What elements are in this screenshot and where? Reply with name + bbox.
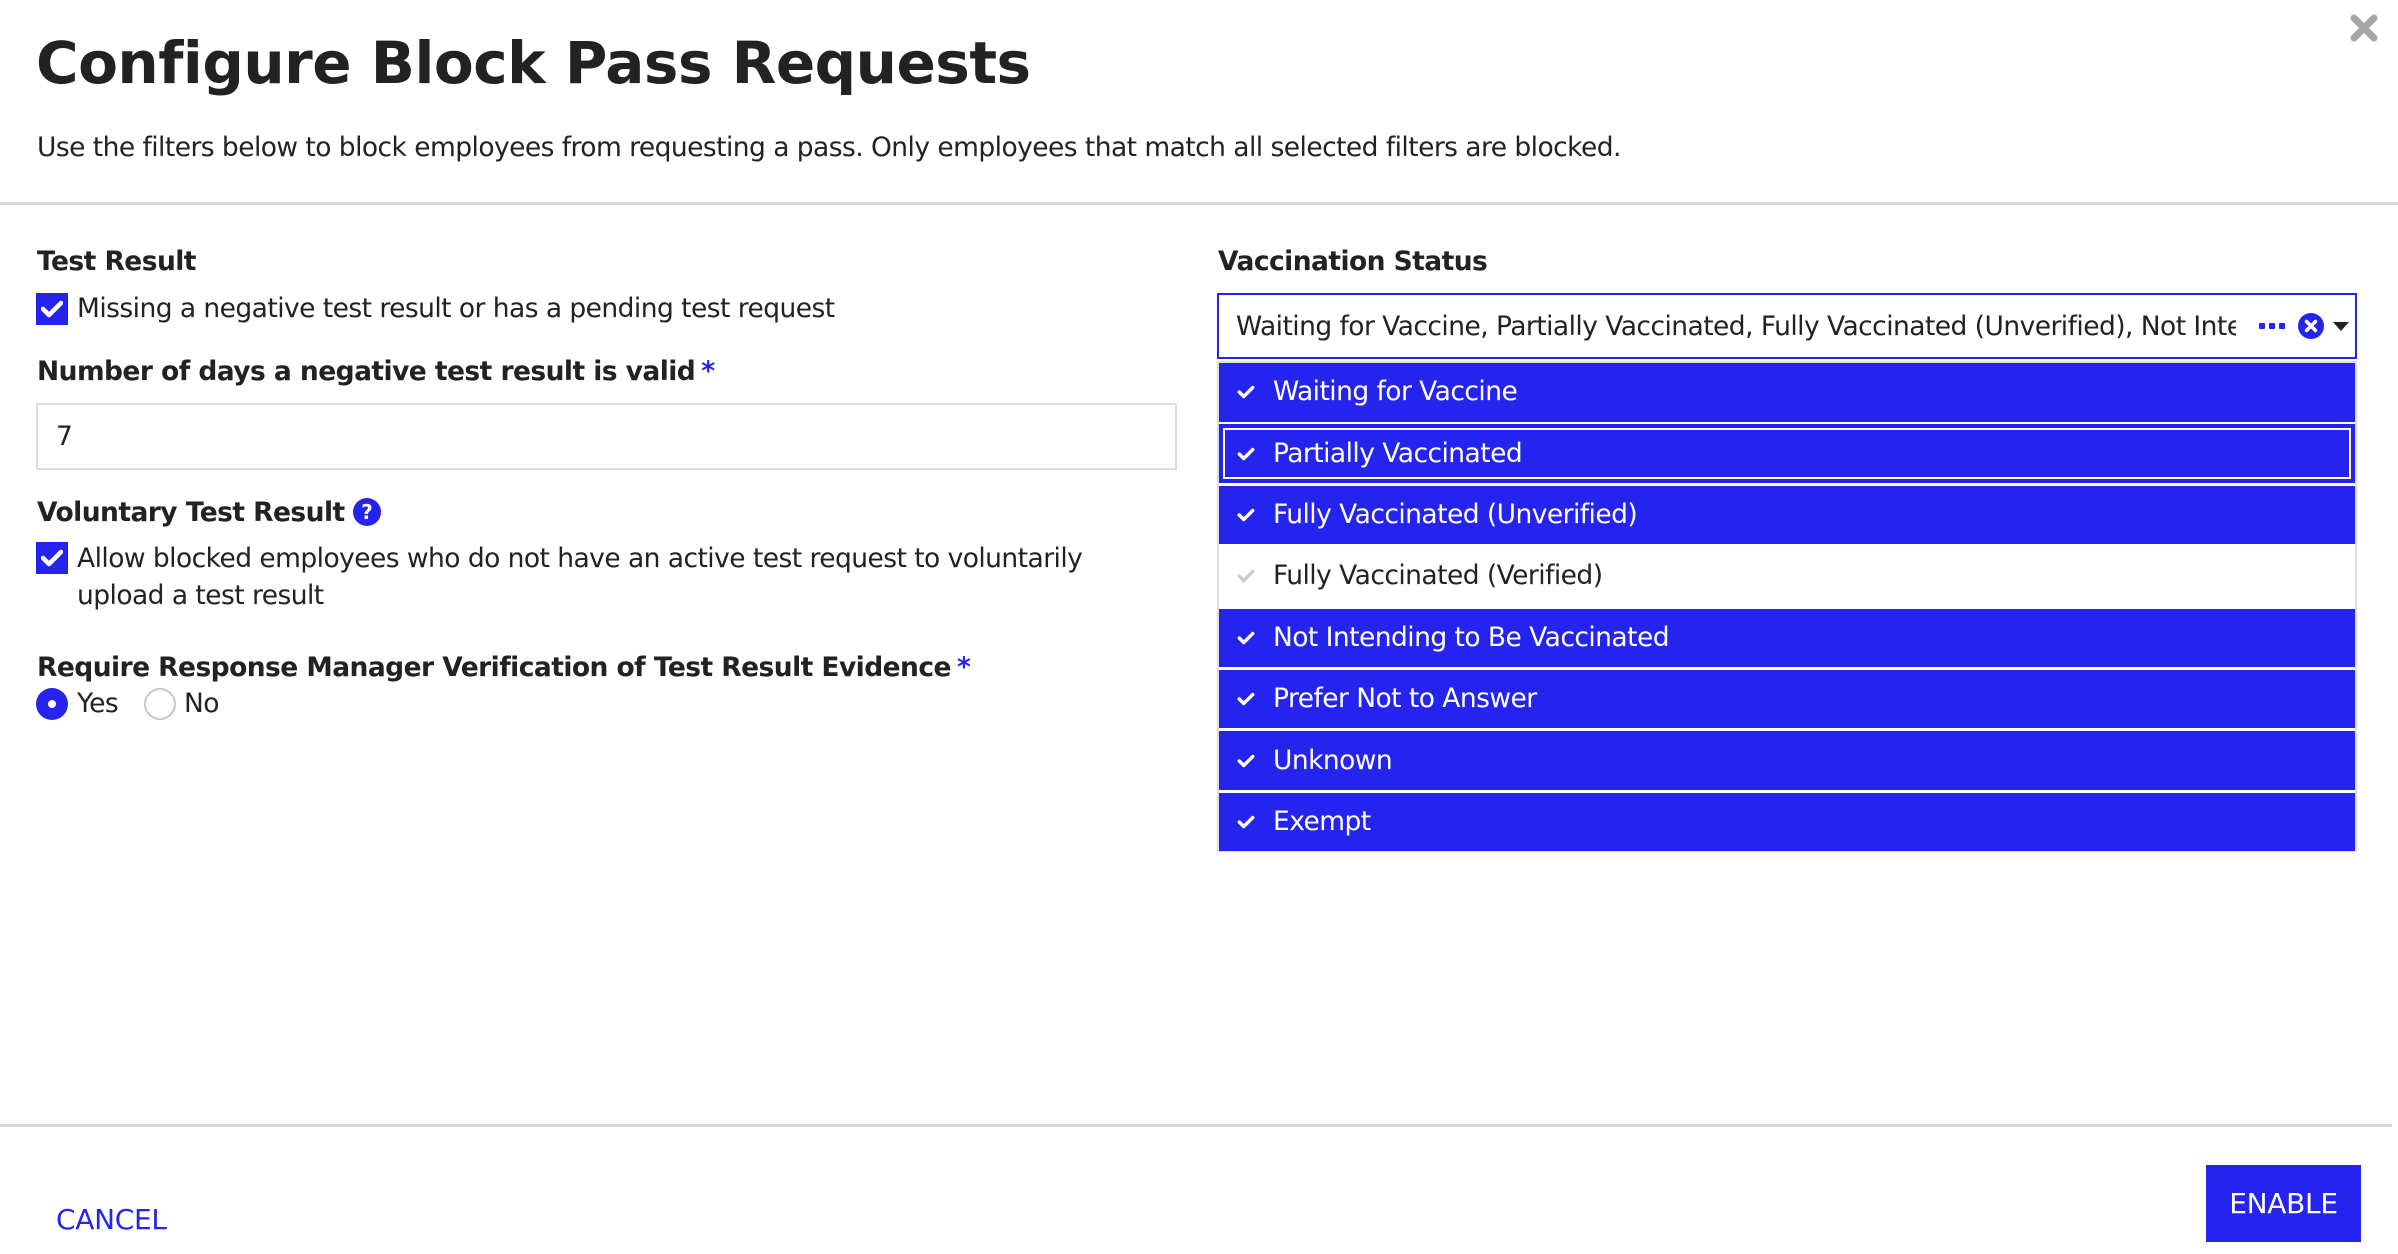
radio-yes-label[interactable]: Yes bbox=[77, 687, 119, 721]
valid-days-label-text: Number of days a negative test result is… bbox=[37, 356, 696, 387]
voluntary-test-result-label-text: Voluntary Test Result bbox=[37, 497, 345, 528]
check-icon bbox=[1219, 628, 1255, 648]
required-asterisk: * bbox=[701, 356, 715, 387]
voluntary-checkbox-label[interactable]: Allow blocked employees who do not have … bbox=[77, 540, 1137, 614]
option-fully-vaccinated-verified[interactable]: Fully Vaccinated (Verified) bbox=[1219, 547, 2355, 606]
valid-days-label: Number of days a negative test result is… bbox=[37, 355, 715, 389]
check-icon bbox=[1219, 751, 1255, 771]
cancel-button[interactable]: CANCEL bbox=[56, 1200, 167, 1240]
option-label: Prefer Not to Answer bbox=[1273, 683, 1537, 715]
radio-no[interactable] bbox=[144, 688, 176, 720]
help-icon[interactable]: ? bbox=[352, 498, 381, 526]
option-exempt[interactable]: Exempt bbox=[1219, 792, 2355, 852]
verification-label: Require Response Manager Verification of… bbox=[37, 651, 971, 685]
radio-no-label[interactable]: No bbox=[184, 687, 219, 721]
check-icon bbox=[1219, 505, 1255, 525]
close-button[interactable] bbox=[2346, 10, 2382, 46]
checkmark-icon bbox=[41, 300, 63, 318]
footer-divider bbox=[0, 1124, 2392, 1127]
check-icon bbox=[1219, 382, 1255, 402]
option-label: Fully Vaccinated (Unverified) bbox=[1273, 499, 1638, 531]
option-fully-vaccinated-unverified[interactable]: Fully Vaccinated (Unverified) bbox=[1219, 485, 2355, 545]
option-label: Partially Vaccinated bbox=[1273, 437, 1523, 469]
option-label: Exempt bbox=[1273, 805, 1371, 837]
voluntary-checkbox[interactable] bbox=[36, 542, 68, 574]
check-icon bbox=[1219, 689, 1255, 709]
select-value-text: Waiting for Vaccine, Partially Vaccinate… bbox=[1236, 311, 2236, 342]
ellipsis-icon bbox=[2259, 315, 2285, 337]
option-prefer-not-to-answer[interactable]: Prefer Not to Answer bbox=[1219, 669, 2355, 729]
check-icon bbox=[1219, 812, 1255, 832]
clear-x-glyph bbox=[2304, 319, 2318, 333]
vaccination-status-label: Vaccination Status bbox=[1218, 246, 1488, 277]
option-waiting-for-vaccine[interactable]: Waiting for Vaccine bbox=[1219, 363, 2355, 422]
checkmark-icon bbox=[41, 549, 63, 567]
close-icon bbox=[2350, 14, 2378, 42]
option-label: Fully Vaccinated (Verified) bbox=[1273, 560, 1603, 592]
required-asterisk: * bbox=[956, 652, 971, 683]
option-label: Unknown bbox=[1273, 744, 1393, 776]
valid-days-input[interactable] bbox=[36, 403, 1177, 470]
page-title: Configure Block Pass Requests bbox=[36, 29, 1031, 97]
test-result-checkbox-label[interactable]: Missing a negative test result or has a … bbox=[77, 290, 835, 327]
vaccination-status-select[interactable]: Waiting for Vaccine, Partially Vaccinate… bbox=[1217, 293, 2357, 359]
vaccination-options-list: Waiting for Vaccine Partially Vaccinated… bbox=[1217, 361, 2357, 852]
voluntary-test-result-label: Voluntary Test Result? bbox=[37, 496, 381, 530]
header-divider bbox=[0, 202, 2398, 205]
option-not-intending[interactable]: Not Intending to Be Vaccinated bbox=[1219, 608, 2355, 668]
enable-button[interactable]: ENABLE bbox=[2206, 1165, 2361, 1242]
test-result-checkbox[interactable] bbox=[36, 293, 68, 325]
check-icon bbox=[1219, 444, 1255, 464]
dialog-description: Use the filters below to block employees… bbox=[37, 132, 1621, 163]
option-partially-vaccinated[interactable]: Partially Vaccinated bbox=[1219, 424, 2355, 483]
option-unknown[interactable]: Unknown bbox=[1219, 731, 2355, 790]
chevron-down-icon[interactable] bbox=[2333, 322, 2349, 331]
verification-label-text: Require Response Manager Verification of… bbox=[37, 652, 952, 683]
test-result-label: Test Result bbox=[37, 246, 196, 277]
radio-yes[interactable] bbox=[36, 688, 68, 720]
option-label: Waiting for Vaccine bbox=[1273, 376, 1518, 408]
configure-block-pass-dialog: Configure Block Pass Requests Use the fi… bbox=[0, 0, 2398, 1254]
check-icon bbox=[1219, 566, 1255, 586]
option-label: Not Intending to Be Vaccinated bbox=[1273, 621, 1670, 653]
clear-selection-icon[interactable] bbox=[2298, 313, 2324, 339]
